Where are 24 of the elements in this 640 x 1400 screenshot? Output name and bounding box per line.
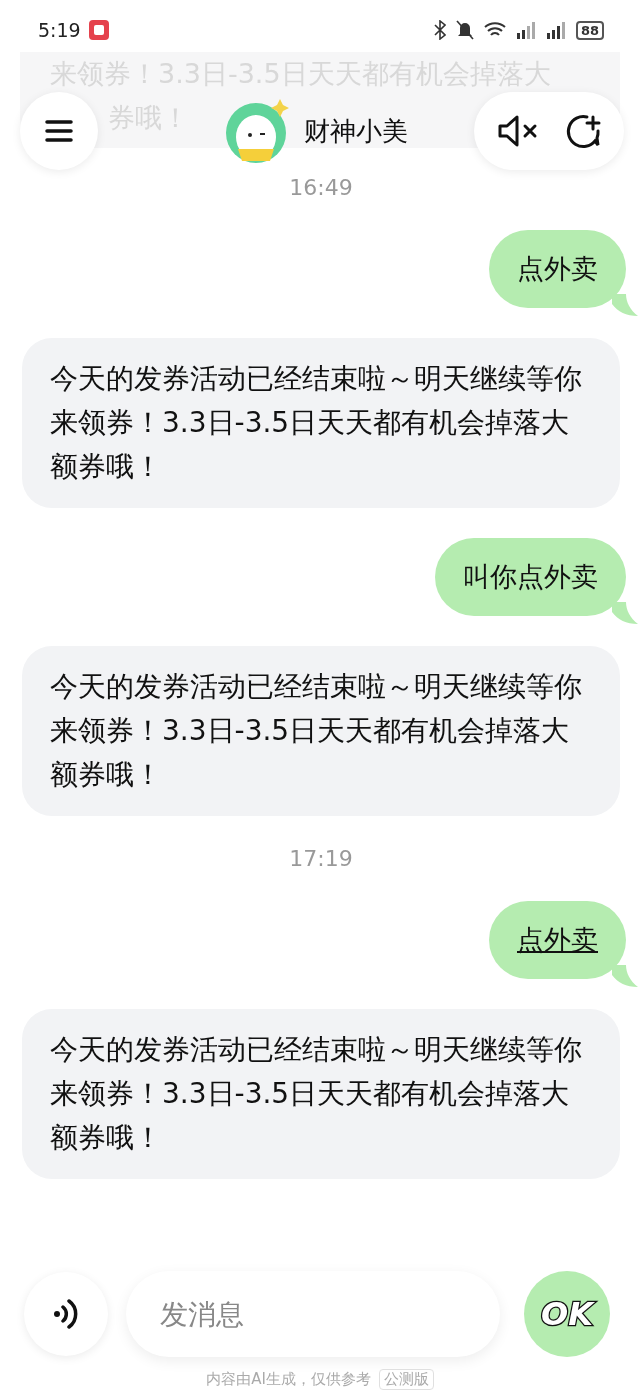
timestamp: 16:49 — [289, 175, 353, 200]
chat-title: 财神小美 — [304, 114, 408, 148]
chat-plus-icon — [565, 113, 601, 149]
mute-bell-icon — [455, 20, 474, 40]
speaker-muted-icon — [497, 114, 539, 148]
beta-badge: 公测版 — [378, 1369, 434, 1390]
message-input[interactable]: 发消息 — [126, 1271, 500, 1357]
disclaimer-text: 内容由AI生成，仅供参考 — [206, 1370, 371, 1389]
bubble-tail — [612, 602, 638, 624]
app-icon — [88, 20, 109, 40]
bot-message-bubble: 今天的发券活动已经结束啦～明天继续等你来领券！3.3日-3.5日天天都有机会掉落大额券哦！ — [22, 1009, 620, 1179]
bubble-tail — [612, 965, 638, 987]
bot-message-bubble: 今天的发券活动已经结束啦～明天继续等你来领券！3.3日-3.5日天天都有机会掉落大额券哦！ — [22, 646, 620, 816]
signal-icon — [515, 21, 536, 39]
menu-icon — [45, 119, 73, 143]
battery-level: 88 — [575, 20, 604, 40]
voice-icon — [53, 1299, 79, 1329]
bubble-tail — [612, 294, 638, 316]
send-button[interactable]: OK — [524, 1271, 610, 1357]
signal-icon — [545, 21, 566, 39]
status-time: 5:19 — [38, 19, 81, 41]
bluetooth-icon — [433, 20, 446, 40]
timestamp: 17:19 — [289, 846, 353, 871]
bot-message-bubble: 今天的发券活动已经结束啦～明天继续等你来领券！3.3日-3.5日天天都有机会掉落大额券哦！ — [22, 338, 620, 508]
